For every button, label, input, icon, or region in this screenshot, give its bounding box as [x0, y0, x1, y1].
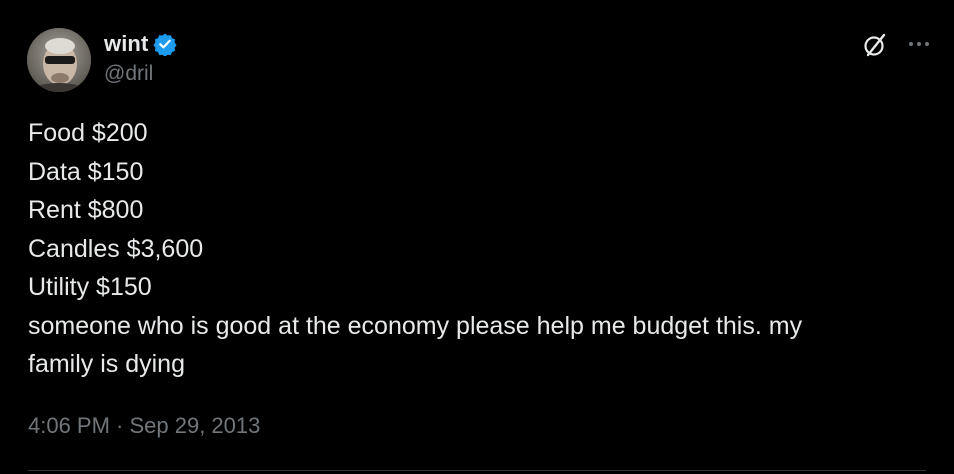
tweet-line: Data $150 — [28, 157, 144, 186]
avatar[interactable] — [27, 28, 91, 92]
more-dots-icon[interactable] — [906, 34, 932, 54]
tweet-line: Utility $150 — [28, 273, 152, 301]
slashed-circle-icon[interactable] — [860, 30, 890, 60]
author-name-row: wint — [104, 30, 177, 58]
author-display-name[interactable]: wint — [104, 31, 148, 57]
tweet-timestamp[interactable]: 4:06 PM · Sep 29, 2013 — [28, 413, 260, 439]
tweet-line: someone who is good at the economy pleas… — [28, 311, 803, 340]
tweet-line: Rent $800 — [28, 196, 144, 224]
avatar-photo-icon — [27, 28, 91, 92]
tweet-line: Candles $3,600 — [28, 234, 204, 263]
tweet-card: wint @dril Food $200 Data $150 Rent $800… — [0, 0, 954, 474]
divider — [28, 470, 926, 471]
author-handle[interactable]: @dril — [104, 62, 153, 86]
tweet-text: Food $200 Data $150 Rent $800 Candles $3… — [28, 114, 928, 384]
tweet-line: family is dying — [28, 350, 185, 378]
verified-badge-icon[interactable] — [153, 32, 177, 57]
tweet-line: Food $200 — [28, 119, 148, 147]
